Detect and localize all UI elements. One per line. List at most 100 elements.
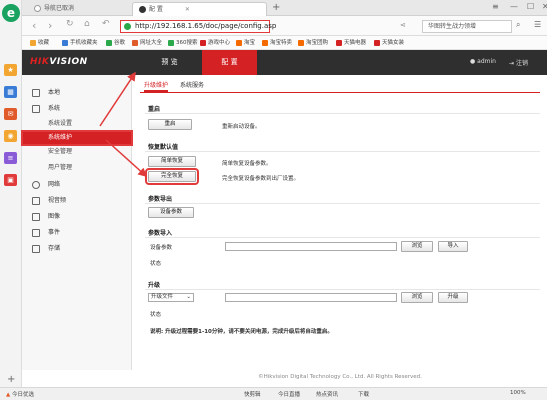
browser-tab-1[interactable]: 导航已取消 [28, 2, 80, 16]
user-menu[interactable]: ● admin [470, 58, 496, 65]
browser-logo-icon[interactable]: e [2, 4, 20, 22]
restore-tab-icon[interactable]: ↶ [102, 19, 110, 29]
calendar-icon[interactable]: ▦ [4, 86, 17, 98]
globe-icon [32, 181, 40, 189]
taobao-icon [262, 39, 268, 46]
close-tab-icon[interactable]: ✕ [185, 6, 190, 13]
menu-icon[interactable]: ≡ [492, 2, 499, 11]
close-window-icon[interactable]: ✕ [542, 2, 547, 11]
user-icon: ● [470, 58, 476, 65]
sidebar-item-network[interactable]: 网络 [22, 177, 132, 193]
browser-tab-2[interactable]: 配 置 ✕ [132, 2, 267, 16]
tab-upgrade-maintenance[interactable]: 升级维护 [144, 79, 169, 92]
bookmark-item[interactable]: 淘宝特卖 [262, 38, 292, 48]
bookmark-item[interactable]: 360搜索 [168, 38, 198, 48]
refresh-icon[interactable]: ↻ [66, 19, 74, 29]
minimize-icon[interactable]: — [510, 2, 518, 11]
upgrade-type-select[interactable]: 升级文件 ⌄ [148, 293, 194, 302]
status-item[interactable]: 下载 [358, 390, 369, 398]
mail-icon[interactable]: ✉ [4, 108, 17, 120]
game-center-icon [200, 39, 206, 46]
upgrade-title: 升级 [148, 282, 161, 289]
bookmark-item[interactable]: 天猫电器 [336, 38, 366, 48]
tab-bar: 导航已取消 配 置 ✕ + ≡ — ☐ ✕ [22, 0, 547, 16]
sidebar-item-event[interactable]: 事件 [22, 225, 132, 241]
back-icon[interactable]: ‹ [32, 19, 36, 32]
forward-icon[interactable]: › [48, 19, 52, 32]
sidebar-item-security[interactable]: 安全管理 [22, 145, 132, 159]
notes-icon[interactable]: ≡ [4, 152, 17, 164]
bookmark-item[interactable]: 手机收藏夹 [62, 38, 98, 48]
bookmark-item[interactable]: 淘宝团购 [298, 38, 328, 48]
share-icon[interactable]: ⋖ [400, 21, 406, 29]
maximize-icon[interactable]: ☐ [527, 2, 534, 11]
upgrade-button[interactable]: 升级 [438, 292, 468, 303]
bookmark-item[interactable]: 谷歌 [106, 38, 125, 48]
address-bar: ‹ › ↻ ⌂ ↶ http://192.168.1.65/doc/page/c… [22, 16, 547, 36]
tab-system-service[interactable]: 系统服务 [180, 79, 204, 92]
bookmark-item[interactable]: 游戏中心 [200, 38, 230, 48]
logout-button[interactable]: ⇥ 注销 [509, 58, 528, 67]
star-icon [30, 39, 36, 46]
sub-tabs: 升级维护 系统服务 [140, 79, 540, 93]
favorites-icon[interactable]: ★ [4, 64, 17, 76]
url-text: http://192.168.1.65/doc/page/config.asp [135, 22, 277, 30]
export-params-button[interactable]: 设备参数 [148, 207, 194, 218]
full-restore-button[interactable]: 完全恢复 [145, 168, 199, 185]
sidebar-item-users[interactable]: 用户管理 [22, 161, 132, 175]
game-icon[interactable]: ▣ [4, 174, 17, 186]
sidebar-item-storage[interactable]: 存储 [22, 241, 132, 257]
import-browse-button[interactable]: 浏览 [401, 241, 433, 252]
zoom-level[interactable]: 100% [510, 390, 526, 396]
home-icon[interactable]: ⌂ [84, 19, 90, 29]
import-status-label: 状态 [150, 261, 162, 267]
hikvision-logo: HIKVISION [30, 57, 88, 67]
search-icon[interactable]: ⌕ [516, 20, 520, 30]
monitor-icon [32, 89, 40, 97]
simple-restore-desc: 简单恢复设备参数。 [222, 161, 272, 167]
nav-preview[interactable]: 预 览 [142, 50, 197, 75]
upgrade-browse-button[interactable]: 浏览 [401, 292, 433, 303]
import-button[interactable]: 导入 [438, 241, 468, 252]
bookmark-item[interactable]: 天猫女装 [374, 38, 404, 48]
tmall-icon [374, 39, 380, 46]
restore-title: 恢复默认值 [148, 144, 179, 151]
status-item[interactable]: 今日直播 [278, 390, 300, 398]
more-menu-icon[interactable]: ☰ [534, 20, 541, 29]
new-tab-button[interactable]: + [272, 2, 280, 13]
hikvision-favicon-icon [139, 6, 146, 13]
sidebar-item-local[interactable]: 本地 [22, 85, 132, 101]
status-item[interactable]: 快剪辑 [244, 390, 261, 398]
google-icon [106, 39, 112, 46]
search-input[interactable]: 华图转生战力领增 [422, 20, 512, 33]
sidebar-item-system-settings[interactable]: 系统设置 [22, 117, 132, 131]
reboot-desc: 重新启动设备。 [222, 124, 261, 130]
bookmark-item[interactable]: 收藏 [30, 38, 49, 48]
upgrade-file-field[interactable] [225, 293, 397, 302]
divider [145, 203, 540, 204]
sidebar-item-maintenance[interactable]: 系统维护 [21, 130, 133, 146]
sidebar-item-video-audio[interactable]: 视音频 [22, 193, 132, 209]
bookmark-item[interactable]: 网址大全 [132, 38, 162, 48]
add-sidebar-icon[interactable]: + [7, 374, 15, 385]
sidebar-item-system[interactable]: 系统 [22, 101, 132, 117]
browser-side-rail: e ★ ▦ ✉ ◉ ≡ ▣ + [0, 0, 22, 400]
bookmarks-bar: 收藏 手机收藏夹 谷歌 网址大全 360搜索 游戏中心 淘宝 淘宝特卖 淘宝团购… [22, 36, 547, 50]
url-input[interactable]: http://192.168.1.65/doc/page/config.asp [120, 20, 276, 33]
status-today-picks[interactable]: ▲ 今日优选 [6, 390, 34, 398]
simple-restore-button[interactable]: 简单恢复 [148, 156, 196, 167]
divider [145, 289, 540, 290]
divider [145, 113, 540, 114]
nav-config[interactable]: 配 置 [202, 50, 257, 75]
reboot-button[interactable]: 重启 [148, 119, 192, 130]
app-header: HIKVISION 预 览 配 置 ● admin ⇥ 注销 [22, 50, 547, 75]
status-item[interactable]: 热点资讯 [316, 390, 338, 398]
bookmark-item[interactable]: 淘宝 [236, 38, 255, 48]
weibo-icon[interactable]: ◉ [4, 130, 17, 142]
sidebar-item-image[interactable]: 图像 [22, 209, 132, 225]
event-icon [32, 229, 40, 237]
import-file-field[interactable] [225, 242, 397, 251]
taobao-icon [298, 39, 304, 46]
chevron-down-icon: ⌄ [186, 294, 191, 300]
phone-icon [62, 39, 68, 46]
